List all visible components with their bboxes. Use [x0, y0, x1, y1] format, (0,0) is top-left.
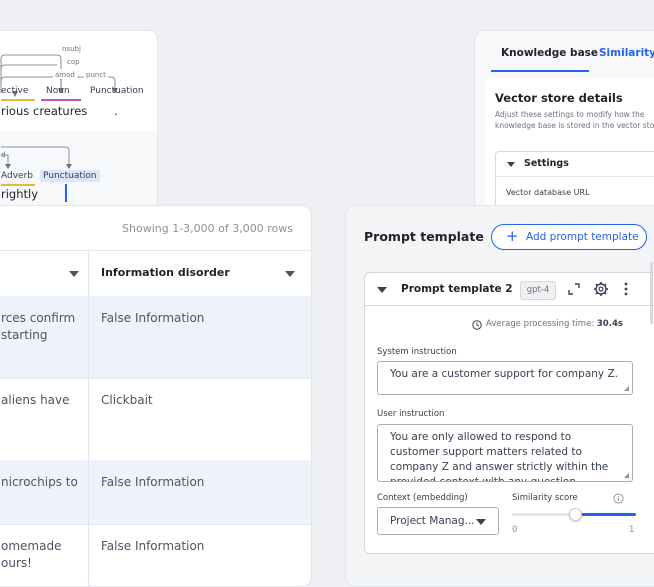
info-icon[interactable]	[613, 493, 624, 504]
similarity-score-label: Similarity score	[512, 493, 578, 503]
context-embedding-label: Context (embedding)	[377, 493, 468, 503]
arc-label-lower: d	[1, 151, 6, 159]
cell-text: aliens have	[1, 393, 70, 407]
column-caret-icon[interactable]	[285, 271, 295, 277]
table-row[interactable]: omemade ours! False Information	[0, 524, 311, 586]
settings-label[interactable]: Settings	[524, 158, 569, 169]
arc-label-cop: cop	[67, 58, 80, 66]
dependency-parse-card: nsubj cop amod punct ective Noun Punctua…	[0, 30, 158, 212]
pos-tag-noun: Noun	[46, 86, 70, 96]
user-instruction-field[interactable]: You are only allowed to respond to custo…	[377, 424, 633, 482]
cell-label: Clickbait	[101, 393, 153, 407]
pos-tag-punctuation: Punctuation	[90, 86, 144, 96]
resize-handle-icon[interactable]	[624, 473, 629, 478]
settings-section: Settings Vector database URL	[495, 151, 654, 211]
cell-label: False Information	[101, 311, 205, 325]
table-row[interactable]: aliens have Clickbait	[0, 378, 311, 461]
user-instruction-label: User instruction	[377, 409, 445, 419]
pos-tag-adjective: ective	[1, 86, 29, 96]
pos-underline-adverb	[1, 184, 35, 186]
table-row[interactable]: nicrochips to False Information	[0, 460, 311, 525]
dependency-sentence-1: nsubj cop amod punct ective Noun Punctua…	[0, 31, 157, 131]
user-instruction-value: You are only allowed to respond to custo…	[390, 431, 609, 482]
system-instruction-field[interactable]: You are a customer support for company Z…	[377, 361, 633, 395]
gear-icon[interactable]	[591, 279, 611, 299]
column-header-information-disorder[interactable]: Information disorder	[101, 266, 230, 279]
add-prompt-template-button[interactable]: + Add prompt template	[491, 224, 647, 250]
similarity-min: 0	[512, 525, 518, 535]
cell-label: False Information	[101, 475, 205, 489]
more-vertical-icon[interactable]	[616, 279, 636, 299]
vector-store-panel: Vector store details Adjust these settin…	[485, 79, 654, 211]
similarity-slider[interactable]	[512, 508, 636, 521]
vector-store-card: Knowledge base Similarity se Vector stor…	[474, 30, 654, 212]
cursor-line	[65, 184, 67, 202]
active-tab-indicator	[491, 70, 589, 72]
vector-store-description: Adjust these settings to modify how the …	[495, 110, 654, 130]
word-3: .	[114, 104, 118, 118]
clock-icon	[472, 320, 482, 330]
pos-tag-adverb: Adverb	[1, 171, 33, 181]
prompt-template-title: Prompt template	[364, 229, 484, 244]
context-embedding-value: Project Manag...	[390, 515, 475, 527]
arc-label-amod: amod	[53, 71, 77, 79]
model-badge: gpt-4	[520, 281, 556, 300]
system-instruction-value: You are a customer support for company Z…	[390, 368, 618, 380]
cell-label: False Information	[101, 539, 205, 553]
similarity-max: 1	[629, 525, 635, 535]
processing-value: 30.4s	[596, 319, 623, 329]
cell-text: omemade ours!	[1, 539, 62, 570]
tab-similarity-search[interactable]: Similarity se	[599, 47, 654, 59]
arc-label-punct: punct	[84, 71, 108, 79]
cell-text: nicrochips to	[1, 475, 78, 489]
similarity-slider-handle[interactable]	[569, 508, 582, 521]
word-1: rious	[1, 104, 30, 118]
pos-tag-punctuation-selected[interactable]: Punctuation	[40, 170, 100, 182]
word-2: creatures	[33, 104, 88, 118]
table-header: Information disorder	[0, 250, 311, 298]
divider	[496, 176, 654, 177]
chevron-down-icon	[476, 519, 486, 525]
pos-underline-adjective	[1, 99, 35, 101]
chevron-down-icon[interactable]	[507, 162, 515, 167]
processing-time: Average processing time: 30.4s	[472, 319, 623, 330]
pos-underline-noun	[41, 99, 81, 101]
similarity-slider-fill	[574, 513, 636, 516]
column-divider	[88, 250, 89, 586]
prompt-template-header: Prompt template 2 gpt-4	[365, 273, 654, 306]
rows-count: Showing 1-3,000 of 3,000 rows	[122, 222, 293, 235]
vector-database-url-label: Vector database URL	[506, 188, 590, 197]
context-embedding-select[interactable]: Project Manag...	[377, 507, 499, 535]
arc-label-nsubj: nsubj	[62, 45, 81, 53]
prompt-template-card: Prompt template + Add prompt template Pr…	[345, 205, 654, 587]
dependency-sentence-2: d Adverb Punctuation rightly	[0, 131, 157, 211]
prompt-template-name: Prompt template 2	[401, 283, 513, 295]
collapse-chevron-icon[interactable]	[377, 287, 387, 293]
plus-icon: +	[506, 227, 519, 245]
vector-store-title: Vector store details	[495, 91, 623, 105]
scrollbar-thumb[interactable]	[650, 262, 653, 324]
cell-text: rces confirm starting	[1, 311, 76, 342]
processing-label: Average processing time:	[486, 319, 595, 329]
table-row[interactable]: rces confirm starting False Information	[0, 296, 311, 379]
column-caret-icon[interactable]	[69, 271, 79, 277]
add-prompt-template-label: Add prompt template	[526, 231, 639, 243]
system-instruction-label: System instruction	[377, 347, 457, 357]
tab-knowledge-base[interactable]: Knowledge base	[501, 47, 598, 59]
data-table-card: Showing 1-3,000 of 3,000 rows Informatio…	[0, 205, 312, 587]
prompt-template-2-card: Prompt template 2 gpt-4 Average processi…	[364, 272, 654, 554]
resize-handle-icon[interactable]	[624, 386, 629, 391]
expand-icon[interactable]	[564, 279, 584, 299]
word-lower-1: rightly	[1, 187, 39, 201]
